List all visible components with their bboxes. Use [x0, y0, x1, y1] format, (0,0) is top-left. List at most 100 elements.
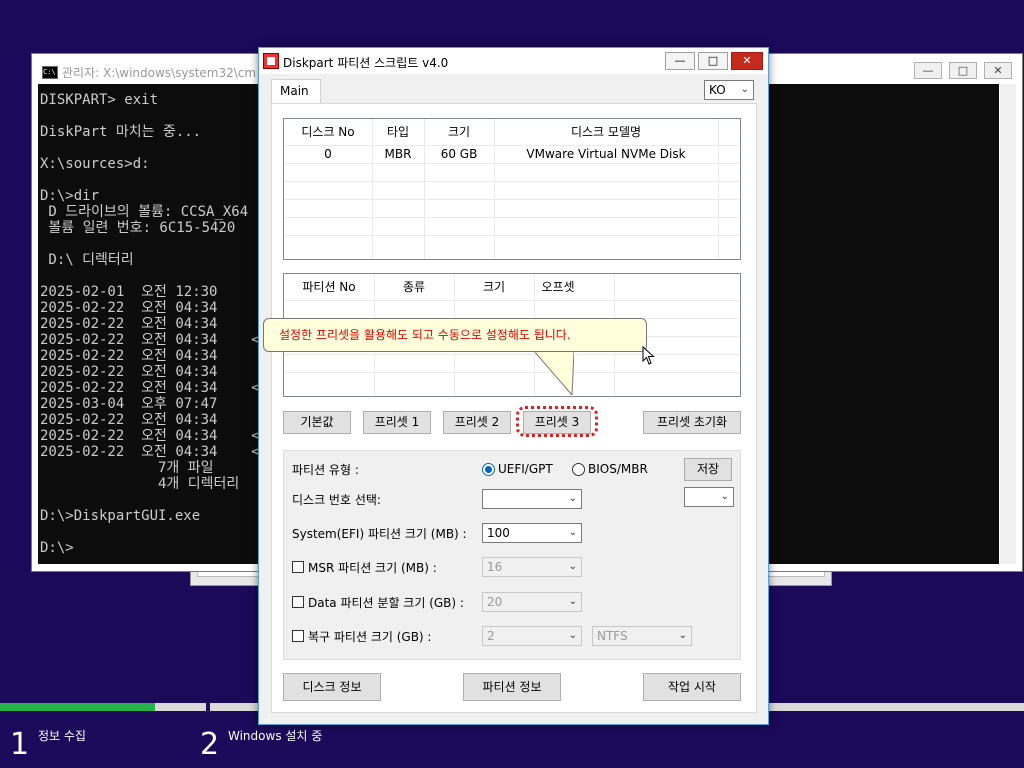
- preset-2-button[interactable]: 프리셋 2: [443, 411, 511, 434]
- preset-3-highlight: [516, 406, 598, 437]
- app-icon: [263, 53, 279, 69]
- disk-select-label: 디스크 번호 선택:: [292, 493, 381, 507]
- settings-group: 파티션 유형 : UEFI/GPT BIOS/MBR 저장 디스크 번호 선택:…: [283, 450, 741, 660]
- chevron-down-icon: ⌄: [568, 527, 577, 538]
- disk-header-size[interactable]: 크기: [424, 123, 494, 140]
- console-line: 2025-02-22 오전 04:34: [40, 364, 218, 380]
- console-line: 7개 파일: [40, 460, 214, 476]
- console-line: D:\ 디렉터리: [40, 252, 134, 268]
- console-line: 2025-03-04 오후 07:47: [40, 396, 218, 412]
- console-line: 볼륨 일련 번호: 6C15-5420: [40, 220, 236, 236]
- efi-size-label: System(EFI) 파티션 크기 (MB) :: [292, 527, 467, 541]
- console-line: 2025-02-22 오전 04:34 <D: [40, 332, 269, 348]
- minimize-button[interactable]: —: [914, 62, 942, 79]
- disk-cell-type[interactable]: MBR: [372, 147, 424, 161]
- tab-main[interactable]: Main: [271, 79, 321, 103]
- recovery-checkbox[interactable]: [292, 630, 304, 642]
- msr-size-value: 16: [487, 560, 503, 574]
- recovery-size-label[interactable]: 복구 파티션 크기 (GB) :: [308, 628, 431, 645]
- dialog-minimize-button[interactable]: —: [665, 52, 695, 70]
- cmd-icon: C:\: [42, 66, 58, 79]
- data-split-label[interactable]: Data 파티션 분할 크기 (GB) :: [308, 594, 464, 611]
- console-line: 2025-02-22 오전 04:34: [40, 412, 218, 428]
- console-line: DiskPart 마치는 중...: [40, 124, 202, 140]
- msr-size-label[interactable]: MSR 파티션 크기 (MB) :: [308, 559, 437, 576]
- chevron-down-icon: ⌄: [740, 84, 749, 95]
- recovery-size-value: 2: [487, 629, 495, 643]
- disk-select[interactable]: ⌄: [482, 489, 582, 509]
- msr-checkbox[interactable]: [292, 561, 304, 573]
- language-value: KO: [709, 83, 726, 97]
- console-line: X:\sources>d:: [40, 156, 150, 172]
- partition-info-button[interactable]: 파티션 정보: [463, 673, 561, 701]
- data-checkbox[interactable]: [292, 596, 304, 608]
- console-line: 2025-02-22 오전 04:34: [40, 316, 218, 332]
- step-number-1: 1: [10, 727, 30, 762]
- console-line: 2025-02-01 오전 12:30: [40, 284, 218, 300]
- dialog-maximize-button[interactable]: □: [698, 52, 728, 70]
- disk-cell-no[interactable]: 0: [284, 147, 372, 161]
- progress-fill-1: [0, 703, 155, 711]
- console-title: 관리자: X:\windows\system32\cm: [62, 66, 257, 80]
- partition-header-offset[interactable]: 오프셋: [534, 278, 582, 295]
- preset-tooltip: 설정한 프리셋을 활용해도 되고 수동으로 설정해도 됩니다.: [263, 318, 647, 352]
- start-task-button[interactable]: 작업 시작: [643, 673, 741, 701]
- msr-size-select[interactable]: 16 ⌄: [482, 557, 582, 577]
- progress-segment-1: [0, 703, 206, 711]
- bios-radio[interactable]: [572, 463, 585, 476]
- recovery-fs-value: NTFS: [597, 629, 628, 643]
- partition-type-label: 파티션 유형 :: [292, 463, 359, 477]
- mouse-cursor-icon: [642, 346, 655, 365]
- diskpart-dialog[interactable]: Diskpart 파티션 스크립트 v4.0 — □ ✕ Main KO ⌄ 디스…: [258, 47, 769, 725]
- chevron-down-icon: ⌄: [568, 493, 577, 504]
- console-line: 2025-02-22 오전 04:34 <D: [40, 444, 269, 460]
- data-split-value: 20: [487, 595, 503, 609]
- console-line: D 드라이브의 볼륨: CCSA_X64: [40, 204, 249, 220]
- save-button[interactable]: 저장: [684, 458, 732, 481]
- dialog-close-button[interactable]: ✕: [731, 52, 763, 70]
- chevron-down-icon: ⌄: [568, 561, 577, 572]
- chevron-down-icon: ⌄: [568, 630, 577, 641]
- language-select[interactable]: KO ⌄: [704, 80, 754, 100]
- console-line: DISKPART> exit: [40, 92, 159, 108]
- partition-header-size[interactable]: 크기: [454, 278, 534, 295]
- dialog-titlebar[interactable]: Diskpart 파티션 스크립트 v4.0 — □ ✕: [259, 48, 768, 74]
- step-label-1: 정보 수집: [38, 729, 86, 743]
- console-line: 2025-02-22 오전 04:34 <D: [40, 380, 269, 396]
- close-button[interactable]: ✕: [984, 62, 1012, 79]
- disk-header-type[interactable]: 타입: [372, 123, 424, 140]
- disk-cell-size[interactable]: 60 GB: [424, 147, 494, 161]
- chevron-down-icon: ⌄: [720, 491, 729, 502]
- recovery-size-select[interactable]: 2 ⌄: [482, 626, 582, 646]
- disk-info-button[interactable]: 디스크 정보: [283, 673, 381, 701]
- save-slot-select[interactable]: ⌄: [684, 487, 734, 507]
- console-line: 2025-02-22 오전 04:34: [40, 348, 218, 364]
- console-scrollbar[interactable]: [1000, 84, 1016, 564]
- default-button[interactable]: 기본값: [283, 411, 351, 434]
- recovery-fs-select[interactable]: NTFS ⌄: [592, 626, 692, 646]
- maximize-button[interactable]: □: [949, 62, 977, 79]
- partition-header-no[interactable]: 파티션 No: [284, 278, 374, 295]
- disk-header-no[interactable]: 디스크 No: [284, 123, 372, 140]
- data-split-select[interactable]: 20 ⌄: [482, 592, 582, 612]
- disk-table[interactable]: 디스크 No 타입 크기 디스크 모델명 0 MBR 60 GB VMware …: [283, 118, 741, 260]
- tooltip-tail: [534, 351, 574, 395]
- step-number-2: 2: [200, 727, 220, 762]
- uefi-label[interactable]: UEFI/GPT: [498, 462, 553, 476]
- bios-label[interactable]: BIOS/MBR: [588, 462, 648, 476]
- uefi-radio[interactable]: [482, 463, 495, 476]
- console-line: D:\>: [40, 540, 74, 556]
- efi-size-select[interactable]: 100 ⌄: [482, 523, 582, 543]
- chevron-down-icon: ⌄: [568, 596, 577, 607]
- efi-size-value: 100: [487, 526, 510, 540]
- disk-header-model[interactable]: 디스크 모델명: [494, 123, 718, 140]
- preset-reset-button[interactable]: 프리셋 초기화: [643, 411, 741, 434]
- disk-cell-model[interactable]: VMware Virtual NVMe Disk: [494, 147, 718, 161]
- partition-header-kind[interactable]: 종류: [374, 278, 454, 295]
- console-line: D:\>DiskpartGUI.exe: [40, 508, 201, 524]
- step-label-2: Windows 설치 중: [228, 729, 323, 743]
- dialog-title: Diskpart 파티션 스크립트 v4.0: [283, 56, 449, 70]
- preset-1-button[interactable]: 프리셋 1: [363, 411, 431, 434]
- console-line: 4개 디렉터리: [40, 476, 240, 492]
- console-line: 2025-02-22 오전 04:34 <D: [40, 428, 269, 444]
